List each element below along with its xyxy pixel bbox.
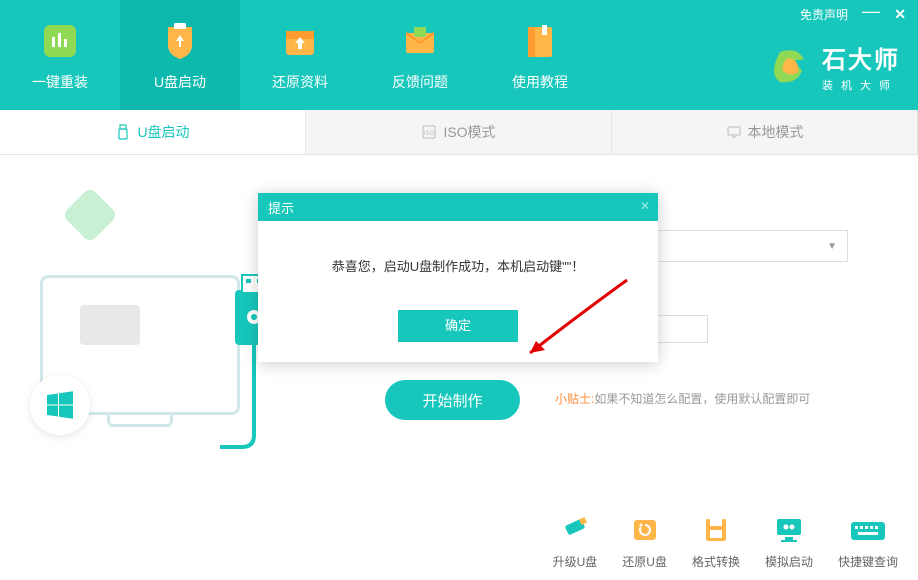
nav-feedback[interactable]: 反馈问题 [360,0,480,110]
nav-tutorial[interactable]: 使用教程 [480,0,600,110]
nav-label: 使用教程 [512,72,568,92]
book-icon [517,18,563,64]
svg-text:ISO: ISO [424,131,435,137]
upload-box-icon [277,18,323,64]
tip-text: 小贴士:如果不知道怎么配置，使用默认配置即可 [555,390,810,407]
tip-label: 小贴士: [555,392,594,406]
restore-icon [624,515,666,545]
monitor-icon [726,124,742,140]
keyboard-icon [847,515,889,545]
windows-icon [30,375,90,435]
modal-header: 提示 ✕ [258,193,658,221]
tool-hotkey-query[interactable]: 快捷键查询 [838,515,898,570]
tab-label: ISO模式 [443,122,495,142]
tool-format-convert[interactable]: 格式转换 [692,515,740,570]
tool-label: 还原U盘 [622,553,667,570]
nav-reinstall[interactable]: 一键重装 [0,0,120,110]
tab-label: U盘启动 [137,122,189,142]
brand-logo-icon [768,44,814,90]
app-header: 免责声明 — ✕ 一键重装 U盘启动 还原资料 反馈问题 使用教程 [0,0,918,110]
nav-label: 还原资料 [272,72,328,92]
disclaimer-link[interactable]: 免责声明 [800,6,848,23]
nav-label: U盘启动 [154,72,206,92]
iso-icon: ISO [421,124,437,140]
bottom-tools: 升级U盘 还原U盘 格式转换 模拟启动 快捷键查询 [553,515,898,570]
usb-icon [115,124,131,140]
minimize-button[interactable]: — [862,6,880,16]
tool-restore-usb[interactable]: 还原U盘 [622,515,667,570]
nav-label: 一键重装 [32,72,88,92]
mail-icon [397,18,443,64]
tool-upgrade-usb[interactable]: 升级U盘 [553,515,598,570]
nav-restore[interactable]: 还原资料 [240,0,360,110]
modal-message: 恭喜您，启动U盘制作成功，本机启动键""！ [258,221,658,300]
tab-label: 本地模式 [748,122,804,142]
brand: 石大师 装机大师 [768,40,900,93]
usb-shield-icon [157,18,203,64]
brand-name: 石大师 [822,40,900,75]
start-button[interactable]: 开始制作 [385,380,520,420]
tool-label: 升级U盘 [553,553,598,570]
modal-close-button[interactable]: ✕ [640,199,650,213]
success-modal: 提示 ✕ 恭喜您，启动U盘制作成功，本机启动键""！ 确定 [258,193,658,362]
brand-sub: 装机大师 [822,77,900,93]
tool-label: 格式转换 [692,553,740,570]
modal-title: 提示 [268,198,294,217]
nav-usb-boot[interactable]: U盘启动 [120,0,240,110]
mode-tabs: U盘启动 ISO ISO模式 本地模式 [0,110,918,155]
modal-ok-button[interactable]: 确定 [398,310,518,342]
tool-label: 快捷键查询 [838,553,898,570]
tab-iso[interactable]: ISO ISO模式 [306,110,612,154]
floppy-icon [695,515,737,545]
bar-chart-icon [37,18,83,64]
nav-label: 反馈问题 [392,72,448,92]
tool-label: 模拟启动 [765,553,813,570]
chevron-down-icon: ▼ [827,241,837,252]
tip-content: 如果不知道怎么配置，使用默认配置即可 [594,392,810,406]
tool-simulate-boot[interactable]: 模拟启动 [765,515,813,570]
tab-local[interactable]: 本地模式 [612,110,918,154]
monitor-icon [768,515,810,545]
usb-stick-icon [554,515,596,545]
tab-usb-boot[interactable]: U盘启动 [0,110,306,154]
close-button[interactable]: ✕ [894,6,906,23]
